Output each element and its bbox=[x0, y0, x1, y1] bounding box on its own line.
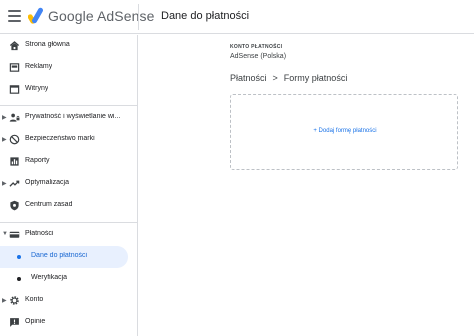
home-icon bbox=[9, 41, 20, 51]
sidebar-item-privacy[interactable]: ▶ Prywatność i wyświetlanie wi... bbox=[0, 107, 137, 129]
sidebar-item-verification[interactable]: Weryfikacja bbox=[0, 268, 137, 290]
sidebar-item-optimization[interactable]: ▶ Optymalizacja bbox=[0, 173, 137, 195]
sidebar-item-label: Opinie bbox=[25, 318, 46, 325]
breadcrumb-payments-link[interactable]: Płatności bbox=[230, 73, 267, 83]
header-divider bbox=[138, 4, 139, 30]
expand-caret-icon: ▶ bbox=[2, 137, 7, 143]
sidebar-item-payments[interactable]: ▼ Płatności bbox=[0, 224, 137, 246]
sidebar-item-home[interactable]: Strona główna bbox=[0, 35, 137, 57]
sidebar-item-label: Strona główna bbox=[25, 41, 70, 48]
payments-icon bbox=[9, 231, 20, 238]
adsense-logo-icon[interactable] bbox=[28, 7, 45, 24]
add-payment-method-button[interactable]: + Dodaj formę płatności bbox=[231, 128, 459, 134]
sidebar-item-label: Weryfikacja bbox=[31, 274, 68, 281]
breadcrumb: Płatności > Formy płatności bbox=[230, 73, 347, 83]
sidebar-item-label: Raporty bbox=[25, 157, 50, 164]
sites-icon bbox=[9, 85, 20, 94]
payment-methods-card: + Dodaj formę płatności bbox=[230, 94, 458, 170]
sidebar-item-payment-info[interactable]: Dane do płatności bbox=[0, 246, 128, 268]
sidebar-item-label: Konto bbox=[25, 296, 44, 303]
payments-account-caption: KONTO PŁATNOŚCI bbox=[230, 44, 283, 50]
sidebar-item-label: Centrum zasad bbox=[25, 201, 73, 208]
sidebar-item-label: Prywatność i wyświetlanie wi... bbox=[25, 113, 121, 120]
sidebar-item-label: Dane do płatności bbox=[31, 252, 88, 259]
sidebar-item-label: Płatności bbox=[25, 230, 54, 237]
sidebar-item-account[interactable]: ▶ Konto bbox=[0, 290, 137, 312]
brand-safety-icon bbox=[9, 134, 20, 145]
account-gear-icon bbox=[10, 296, 19, 305]
expand-caret-icon: ▶ bbox=[2, 181, 7, 187]
sidebar-item-feedback[interactable]: Opinie bbox=[0, 312, 137, 334]
top-app-bar: Google AdSense Dane do płatności bbox=[0, 0, 474, 34]
chevron-right-icon: > bbox=[272, 73, 278, 83]
active-dot-icon bbox=[17, 255, 21, 259]
sidebar-item-reports[interactable]: Raporty bbox=[0, 151, 137, 173]
policy-center-icon bbox=[10, 200, 19, 211]
hamburger-menu-icon[interactable] bbox=[8, 10, 21, 22]
reports-icon bbox=[10, 157, 19, 166]
expand-caret-icon: ▶ bbox=[2, 115, 7, 121]
sidebar-divider bbox=[0, 105, 137, 106]
collapse-caret-icon: ▼ bbox=[2, 231, 8, 237]
ads-icon bbox=[9, 63, 20, 72]
sidebar-item-label: Optymalizacja bbox=[25, 179, 69, 186]
payments-account-name: AdSense (Polska) bbox=[230, 53, 287, 60]
sidebar-item-ads[interactable]: Reklamy bbox=[0, 57, 137, 79]
privacy-icon bbox=[9, 113, 20, 122]
bullet-dot-icon bbox=[17, 277, 21, 281]
sidebar-item-sites[interactable]: Witryny bbox=[0, 79, 137, 101]
expand-caret-icon: ▶ bbox=[2, 298, 7, 304]
page-title: Dane do płatności bbox=[161, 10, 250, 22]
breadcrumb-current: Formy płatności bbox=[283, 73, 348, 83]
sidebar-item-label: Bezpieczeństwo marki bbox=[25, 135, 95, 142]
sidebar-divider bbox=[0, 222, 137, 223]
sidebar-item-brand-safety[interactable]: ▶ Bezpieczeństwo marki bbox=[0, 129, 137, 151]
sidebar-item-policy-center[interactable]: Centrum zasad bbox=[0, 195, 137, 217]
feedback-icon bbox=[10, 318, 19, 327]
sidebar-item-label: Reklamy bbox=[25, 63, 53, 70]
sidebar-item-label: Witryny bbox=[25, 85, 49, 92]
sidebar-nav: Strona główna Reklamy Witryny ▶ Prywatno… bbox=[0, 35, 138, 336]
optimization-icon bbox=[9, 180, 20, 187]
